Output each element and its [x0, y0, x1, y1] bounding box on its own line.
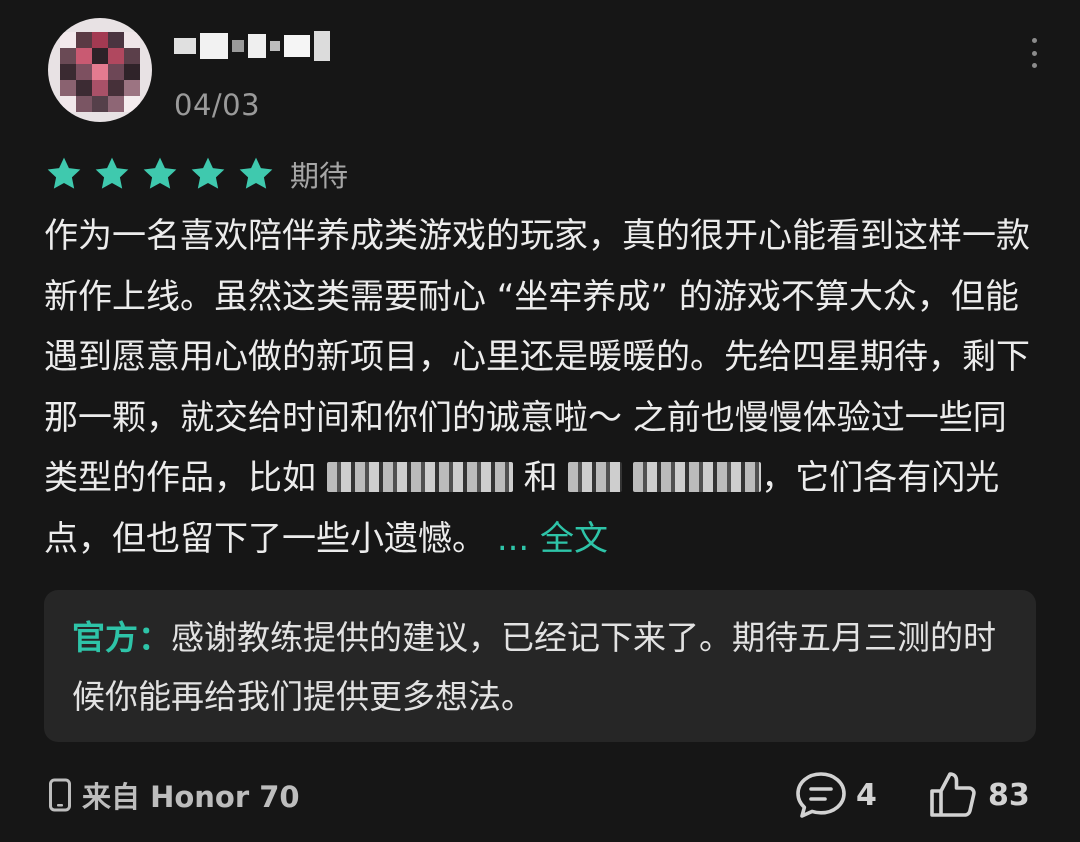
review-date: 04/03 [174, 88, 261, 122]
device-info: 来自 Honor 70 [48, 772, 300, 818]
blurred-game-name [326, 462, 513, 492]
comment-button[interactable]: 4 [794, 770, 877, 820]
like-button[interactable]: 83 [926, 770, 1030, 820]
blurred-game-name [568, 462, 623, 492]
comment-icon [796, 772, 846, 818]
review-text[interactable]: 作为一名喜欢陪伴养成类游戏的玩家，真的很开心能看到这样一款新作上线。虽然这类需要… [44, 206, 1038, 569]
review-text-part: 作为一名喜欢陪伴养成类游戏的玩家，真的很开心能看到这样一款新作上线。虽然这类需要… [44, 216, 1030, 498]
phone-icon [49, 778, 71, 812]
star-icon [143, 157, 177, 189]
avatar-image [60, 32, 140, 112]
thumbs-up-icon [930, 772, 976, 817]
star-rating: 期待 [44, 152, 348, 196]
review-text-part: 和 [512, 458, 569, 498]
official-reply: 官方：感谢教练提供的建议，已经记下来了。期待五月三测的时候你能再给我们提供更多想… [44, 590, 1036, 742]
more-options-icon[interactable] [1024, 38, 1044, 68]
blurred-game-name [633, 462, 762, 492]
star-icon [47, 157, 81, 189]
username-blurred[interactable] [174, 26, 330, 66]
star-icon [95, 157, 129, 189]
like-count: 83 [988, 777, 1030, 813]
official-label: 官方： [72, 618, 171, 657]
device-label: 来自 Honor 70 [82, 780, 300, 814]
user-avatar[interactable] [48, 18, 152, 122]
comment-count: 4 [856, 777, 877, 813]
official-reply-text: 感谢教练提供的建议，已经记下来了。期待五月三测的时候你能再给我们提供更多想法。 [72, 618, 996, 716]
rating-label: 期待 [290, 159, 349, 193]
star-icon [191, 157, 225, 189]
star-icon [239, 157, 273, 189]
expand-full-text-link[interactable]: ... 全文 [497, 519, 608, 559]
